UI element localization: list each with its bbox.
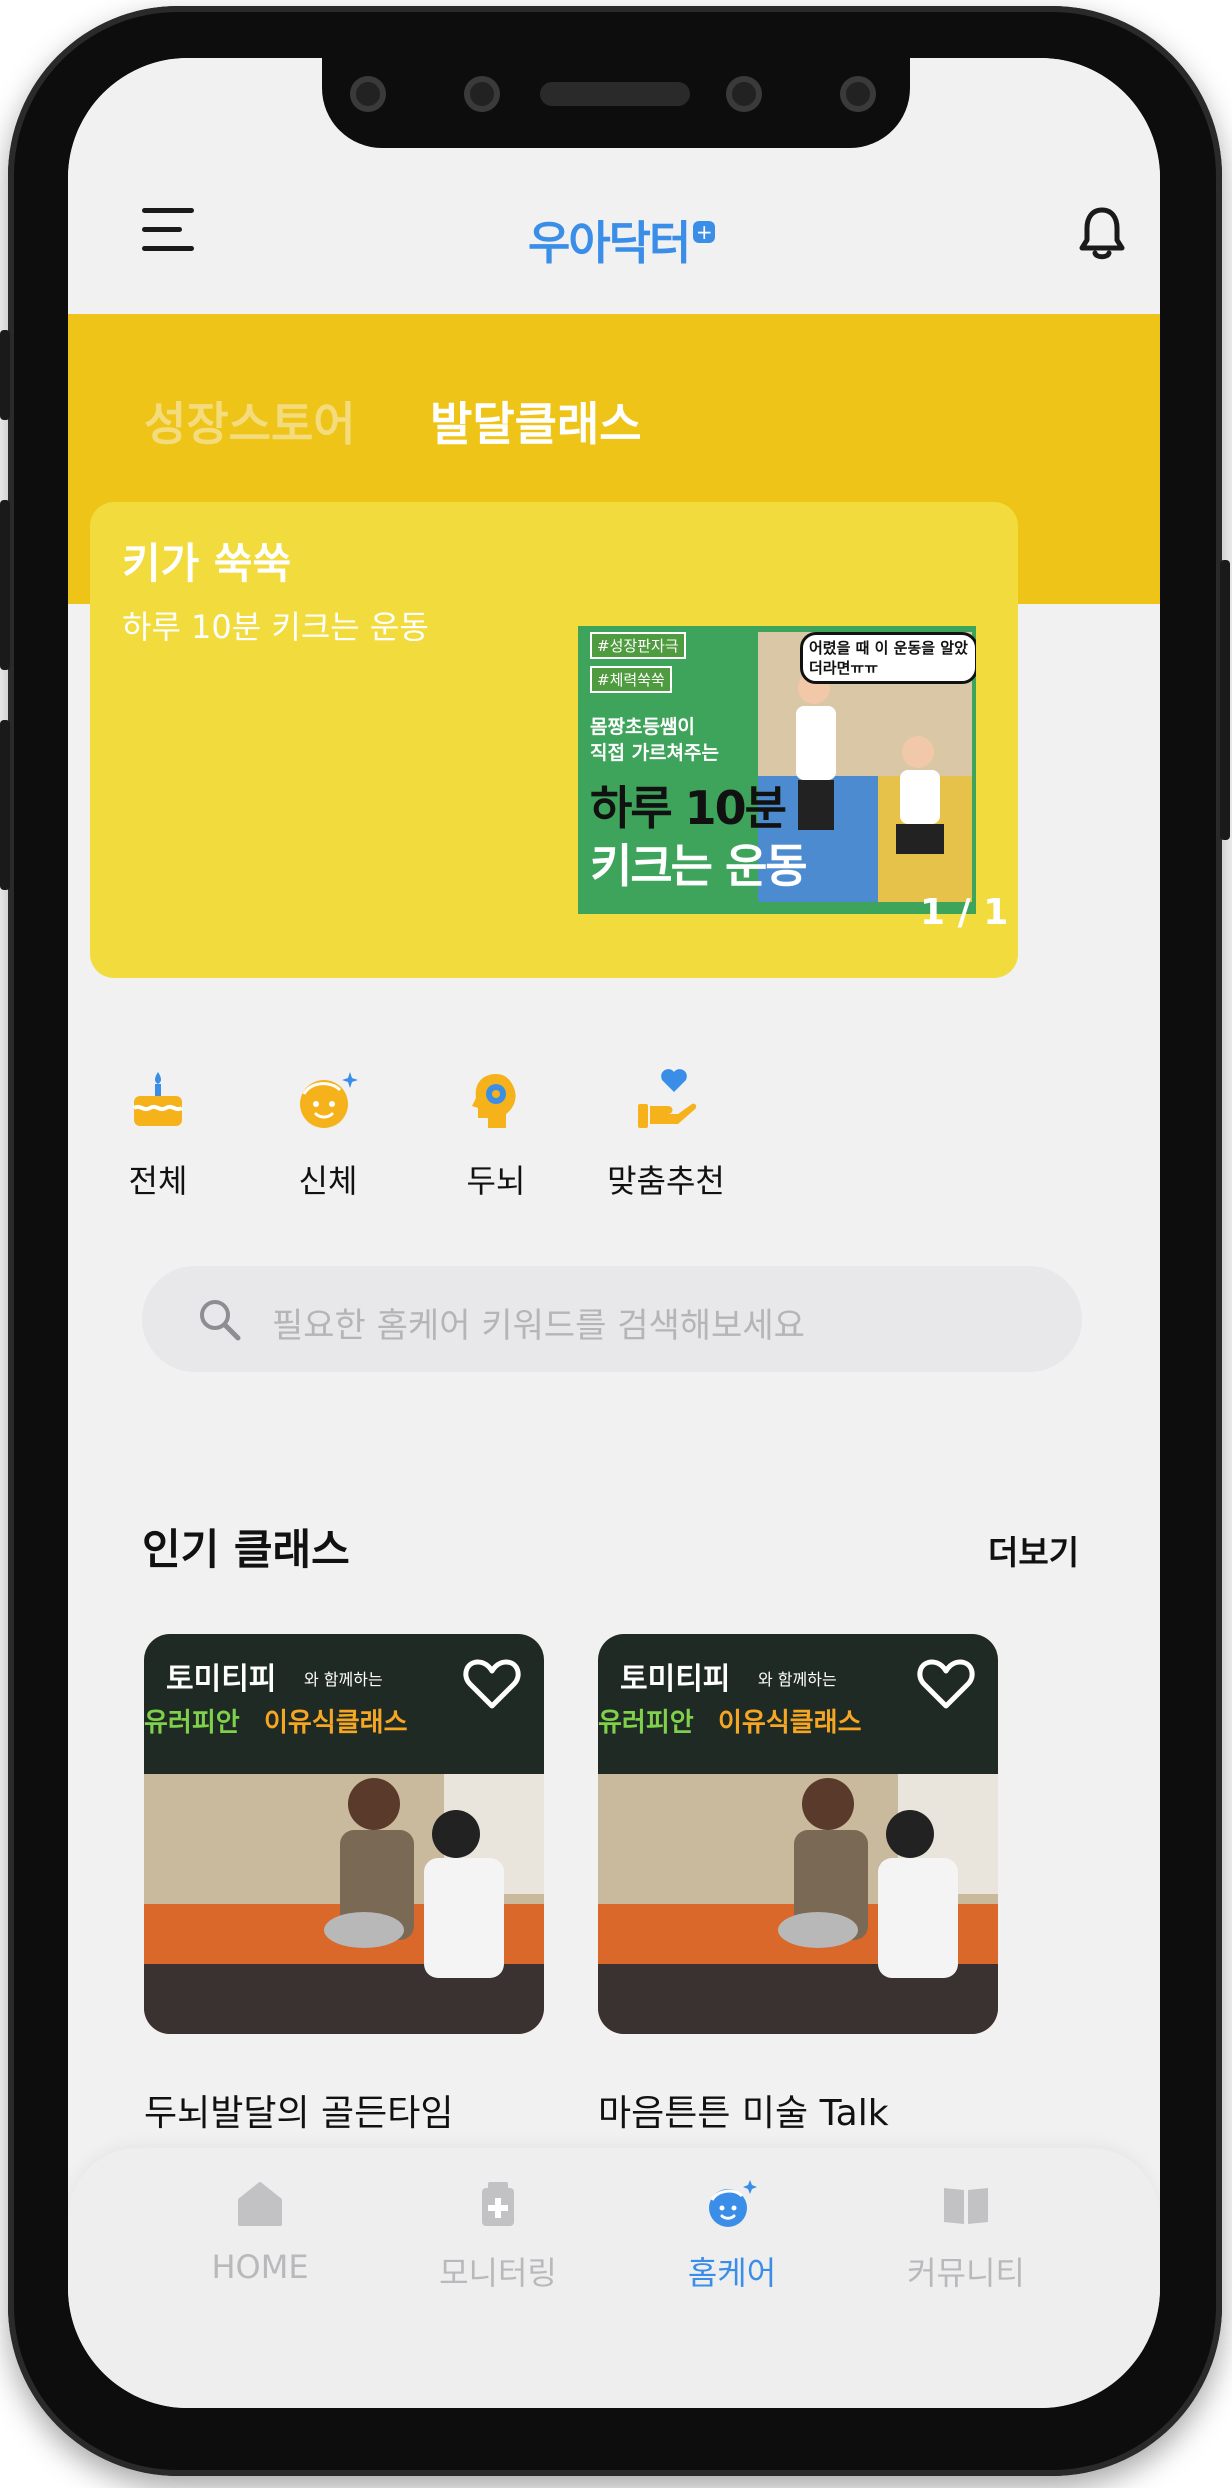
cake-icon xyxy=(126,1068,190,1132)
thumb-text: 몸짱초등쌤이 xyxy=(590,716,695,738)
class-title[interactable]: 마음튼튼 미술 Talk xyxy=(598,2084,889,2136)
sign-text: 유러피안 xyxy=(598,1708,694,1738)
sensor-dot xyxy=(350,76,386,112)
book-open-icon xyxy=(940,2178,992,2230)
thumb-speech-bubble: 어렸을 때 이 운동을 알았더라면ㅠㅠ xyxy=(800,632,976,684)
class-title[interactable]: 두뇌발달의 골든타임 xyxy=(144,2084,454,2136)
class-card[interactable]: 토미티피 와 함께하는 유러피안 이유식클래스 xyxy=(598,1634,998,2034)
tab-development-class[interactable]: 발달클래스 xyxy=(430,388,642,454)
clipboard-plus-icon xyxy=(472,2178,524,2230)
face-sparkle-icon xyxy=(296,1068,360,1132)
power-button xyxy=(1220,560,1230,840)
hand-heart-icon xyxy=(634,1068,698,1132)
phone-screen: 우아닥터 + 성장스토어 발달클래스 키가 쑥쑥 하루 10분 키크는 운동 #… xyxy=(68,58,1160,2408)
category-all[interactable]: 전체 xyxy=(68,1068,248,1202)
nav-item-homecare[interactable]: 홈케어 xyxy=(632,2178,832,2294)
search-input[interactable]: 필요한 홈케어 키워드를 검색해보세요 xyxy=(142,1266,1082,1372)
thumb-headline: 키크는 운동 xyxy=(590,839,808,893)
category-label: 맞춤추천 xyxy=(607,1162,725,1200)
thumb-headline: 하루 10분 xyxy=(590,781,787,835)
search-icon xyxy=(196,1296,242,1342)
banner-title: 키가 쑥쑥 xyxy=(122,539,292,588)
head-gear-icon xyxy=(464,1068,528,1132)
category-recommend[interactable]: 맞춤추천 xyxy=(576,1068,756,1202)
more-link[interactable]: 더보기 xyxy=(988,1526,1079,1574)
volume-up-button xyxy=(0,500,10,670)
category-label: 신체 xyxy=(298,1162,358,1200)
thumb-tag: #체력쑥쑥 xyxy=(590,666,672,693)
sign-text: 토미티피 xyxy=(620,1662,731,1697)
volume-down-button xyxy=(0,720,10,890)
home-icon xyxy=(234,2178,286,2230)
nav-item-monitoring[interactable]: 모니터링 xyxy=(398,2178,598,2294)
category-label: 두뇌 xyxy=(466,1162,526,1200)
speaker-grille xyxy=(540,82,690,106)
banner-thumbnail[interactable]: #성장판자극 #체력쑥쑥 어렸을 때 이 운동을 알았더라면ㅠㅠ 몸짱초등쌤이 … xyxy=(578,626,976,914)
app-logo: 우아닥터 + xyxy=(528,208,758,272)
front-camera xyxy=(726,76,762,112)
heart-icon[interactable] xyxy=(916,1656,976,1712)
tab-growth-store[interactable]: 성장스토어 xyxy=(144,388,356,454)
sensor-dot xyxy=(464,76,500,112)
heart-icon[interactable] xyxy=(462,1656,522,1712)
sign-text: 토미티피 xyxy=(166,1662,277,1697)
sign-text: 와 함께하는 xyxy=(758,1670,837,1689)
category-body[interactable]: 신체 xyxy=(238,1068,418,1202)
thumb-tag: #성장판자극 xyxy=(590,632,686,659)
nav-label: HOME xyxy=(211,2248,309,2286)
banner-page-indicator: 1 / 1 xyxy=(920,892,1009,933)
face-sparkle-icon xyxy=(706,2178,758,2230)
sign-text: 이유식클래스 xyxy=(718,1708,862,1738)
nav-label: 모니터링 xyxy=(439,2254,557,2292)
sign-text: 유러피안 xyxy=(144,1708,240,1738)
nav-label: 홈케어 xyxy=(687,2254,777,2292)
nav-item-community[interactable]: 커뮤니티 xyxy=(866,2178,1066,2294)
bell-icon[interactable] xyxy=(1078,206,1126,262)
mute-switch xyxy=(0,330,10,420)
thumb-text: 직접 가르쳐주는 xyxy=(590,742,719,764)
sign-text: 이유식클래스 xyxy=(264,1708,408,1738)
category-label: 전체 xyxy=(128,1162,188,1200)
section-title: 인기 클래스 xyxy=(142,1525,350,1574)
sensor-dot xyxy=(840,76,876,112)
logo-text: 우아닥터 xyxy=(528,216,691,270)
logo-plus-badge: + xyxy=(693,221,716,243)
category-brain[interactable]: 두뇌 xyxy=(406,1068,586,1202)
sign-text: 와 함께하는 xyxy=(304,1670,383,1689)
class-card[interactable]: 토미티피 와 함께하는 유러피안 이유식클래스 xyxy=(144,1634,544,2034)
search-placeholder: 필요한 홈케어 키워드를 검색해보세요 xyxy=(272,1306,805,1346)
banner-subtitle: 하루 10분 키크는 운동 xyxy=(122,608,429,646)
menu-icon[interactable] xyxy=(142,208,198,252)
nav-item-home[interactable]: HOME xyxy=(160,2178,360,2286)
nav-label: 커뮤니티 xyxy=(907,2254,1025,2292)
